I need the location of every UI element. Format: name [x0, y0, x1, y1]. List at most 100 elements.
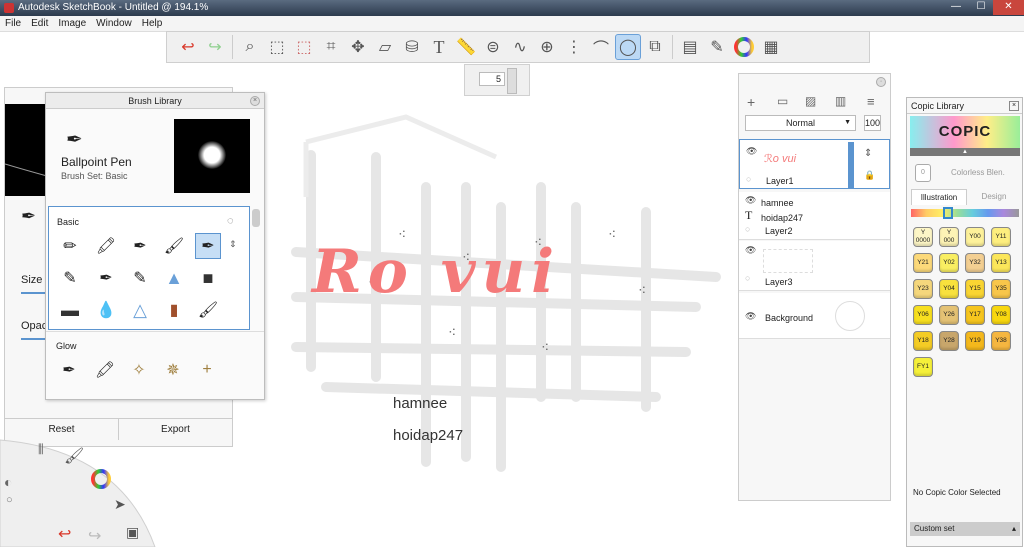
- layer-menu-icon[interactable]: ≡: [867, 94, 875, 109]
- ellipse-guide-icon[interactable]: ⊜: [480, 34, 506, 60]
- visibility-radio[interactable]: ○: [745, 273, 750, 283]
- paint-tube-icon[interactable]: ▮: [161, 297, 187, 323]
- close-icon[interactable]: ×: [1009, 101, 1019, 111]
- pencil-icon[interactable]: ✏: [57, 233, 83, 259]
- select-icon[interactable]: ➤: [114, 496, 126, 513]
- copic-swatch[interactable]: Y 0000: [913, 227, 933, 247]
- canvas-text-hamnee[interactable]: hamnee: [393, 395, 447, 412]
- copic-swatch[interactable]: Y08: [991, 305, 1011, 325]
- brush-size-value[interactable]: 5: [479, 72, 505, 86]
- hard-pencil-icon[interactable]: ✎: [57, 265, 83, 291]
- ink-pen-icon[interactable]: ✒: [127, 233, 153, 259]
- eye-icon[interactable]: 👁: [745, 195, 756, 206]
- blend-mode-select[interactable]: Normal ▼: [745, 115, 856, 131]
- glow-pen-icon[interactable]: ✒: [56, 357, 82, 383]
- move-layer-icon[interactable]: ⇕: [864, 148, 872, 159]
- felt-pen-icon[interactable]: ✎: [127, 265, 153, 291]
- zoom-icon[interactable]: ⌕: [237, 34, 263, 60]
- copic-swatch[interactable]: Y11: [991, 227, 1011, 247]
- hue-selector[interactable]: [943, 207, 953, 219]
- custom-set-label[interactable]: Custom set ▴: [910, 522, 1020, 536]
- french-curve-icon[interactable]: ∿: [507, 34, 533, 60]
- copic-icon[interactable]: ▤: [677, 34, 703, 60]
- drawing-canvas[interactable]: ⁖ ⁖ ⁖ ⁖ ⁖ ⁖ ⁖ ⁖ Ro vui hamnee hoidap247: [236, 97, 736, 517]
- copic-swatch[interactable]: Y38: [991, 331, 1011, 351]
- color-puck-icon[interactable]: ○: [6, 494, 13, 506]
- layers-icon[interactable]: ▣: [126, 524, 139, 541]
- select-lasso-icon[interactable]: ⬚: [291, 34, 317, 60]
- ballpoint-pen-icon[interactable]: ✒: [195, 233, 221, 259]
- glow-marker-icon[interactable]: 🖍: [92, 357, 118, 383]
- opacity-slider[interactable]: [21, 338, 45, 340]
- copic-swatch[interactable]: Y04: [939, 279, 959, 299]
- text-icon[interactable]: T: [426, 34, 452, 60]
- add-layer-icon[interactable]: +: [747, 94, 755, 110]
- layer-row-layer1[interactable]: 👁 ℛo vui ○ Layer1 ⇕ 🔒: [739, 139, 890, 189]
- delete-layer-icon[interactable]: ▥: [835, 94, 846, 108]
- select-rect-icon[interactable]: ⬚: [264, 34, 290, 60]
- menu-file[interactable]: File: [0, 16, 26, 32]
- undo-icon[interactable]: ↩: [175, 34, 201, 60]
- visibility-radio[interactable]: ○: [746, 174, 751, 184]
- fountain-pen-icon[interactable]: ✒: [93, 265, 119, 291]
- lock-icon[interactable]: 🔒: [864, 170, 875, 181]
- palette-icon[interactable]: ▦: [758, 34, 784, 60]
- copic-swatch[interactable]: Y13: [991, 253, 1011, 273]
- layer-opacity-field[interactable]: 100: [864, 115, 881, 131]
- copic-swatch[interactable]: Y28: [939, 331, 959, 351]
- brush-tool-icon[interactable]: ⫼: [38, 442, 44, 457]
- perspective-icon[interactable]: ⊕: [534, 34, 560, 60]
- redo-icon[interactable]: ↪: [88, 526, 101, 546]
- tab-design[interactable]: Design: [969, 189, 1019, 205]
- copic-swatch[interactable]: Y02: [939, 253, 959, 273]
- visibility-radio[interactable]: ○: [745, 224, 750, 234]
- ellipse-icon[interactable]: ◯: [615, 34, 641, 60]
- distort-icon[interactable]: ▱: [372, 34, 398, 60]
- menu-window[interactable]: Window: [91, 16, 137, 32]
- menu-help[interactable]: Help: [137, 16, 168, 32]
- brushes-icon[interactable]: ✎: [704, 34, 730, 60]
- smudge-icon[interactable]: ▲: [161, 265, 187, 291]
- image-icon[interactable]: ▨: [805, 94, 816, 108]
- glow-star-icon[interactable]: ✵: [160, 357, 186, 383]
- close-icon[interactable]: ·: [876, 77, 886, 87]
- copic-swatch[interactable]: Y15: [965, 279, 985, 299]
- redo-icon[interactable]: ↪: [202, 34, 228, 60]
- glow-cross-icon[interactable]: +: [194, 357, 220, 383]
- menu-image[interactable]: Image: [53, 16, 91, 32]
- tab-illustration[interactable]: Illustration: [911, 189, 967, 205]
- minimize-button[interactable]: —: [943, 0, 969, 15]
- copic-swatch[interactable]: Y00: [965, 227, 985, 247]
- airbrush-icon[interactable]: 🖌: [161, 233, 187, 259]
- blur-icon[interactable]: △: [127, 297, 153, 323]
- eye-icon[interactable]: 👁: [746, 146, 757, 157]
- shapes-icon[interactable]: ⧉: [642, 34, 668, 60]
- transform-icon[interactable]: ✥: [345, 34, 371, 60]
- layer-row-layer3[interactable]: 👁 ○ Layer3: [739, 241, 890, 291]
- brush-size-slider[interactable]: [507, 68, 517, 94]
- marker-icon[interactable]: 🖍: [93, 233, 119, 259]
- copic-swatch[interactable]: Y 000: [939, 227, 959, 247]
- brush-icon[interactable]: 🖌: [64, 446, 84, 466]
- size-slider[interactable]: [21, 292, 45, 294]
- copic-swatch[interactable]: Y18: [913, 331, 933, 351]
- canvas-text-hoidap[interactable]: hoidap247: [393, 427, 463, 444]
- crop-icon[interactable]: ⌗: [318, 34, 344, 60]
- hue-strip[interactable]: [911, 209, 1019, 217]
- colorless-swatch[interactable]: 0: [915, 164, 931, 182]
- eye-icon[interactable]: 👁: [745, 245, 756, 256]
- menu-edit[interactable]: Edit: [26, 16, 53, 32]
- background-color-swatch[interactable]: [835, 301, 865, 331]
- fan-brush-icon[interactable]: 🖌: [195, 297, 221, 323]
- eraser-hard-icon[interactable]: ▬: [57, 297, 83, 323]
- copic-swatch[interactable]: Y35: [991, 279, 1011, 299]
- chisel-icon[interactable]: ■: [195, 265, 221, 291]
- water-drop-icon[interactable]: 💧: [93, 297, 119, 323]
- copic-swatch[interactable]: Y26: [939, 305, 959, 325]
- color-wheel-icon[interactable]: [90, 468, 112, 493]
- copic-swatch[interactable]: Y19: [965, 331, 985, 351]
- stroke-icon[interactable]: ⌒: [588, 34, 614, 60]
- symmetry-icon[interactable]: ⋮: [561, 34, 587, 60]
- close-button[interactable]: ✕: [993, 0, 1024, 15]
- ruler-icon[interactable]: 📏: [453, 34, 479, 60]
